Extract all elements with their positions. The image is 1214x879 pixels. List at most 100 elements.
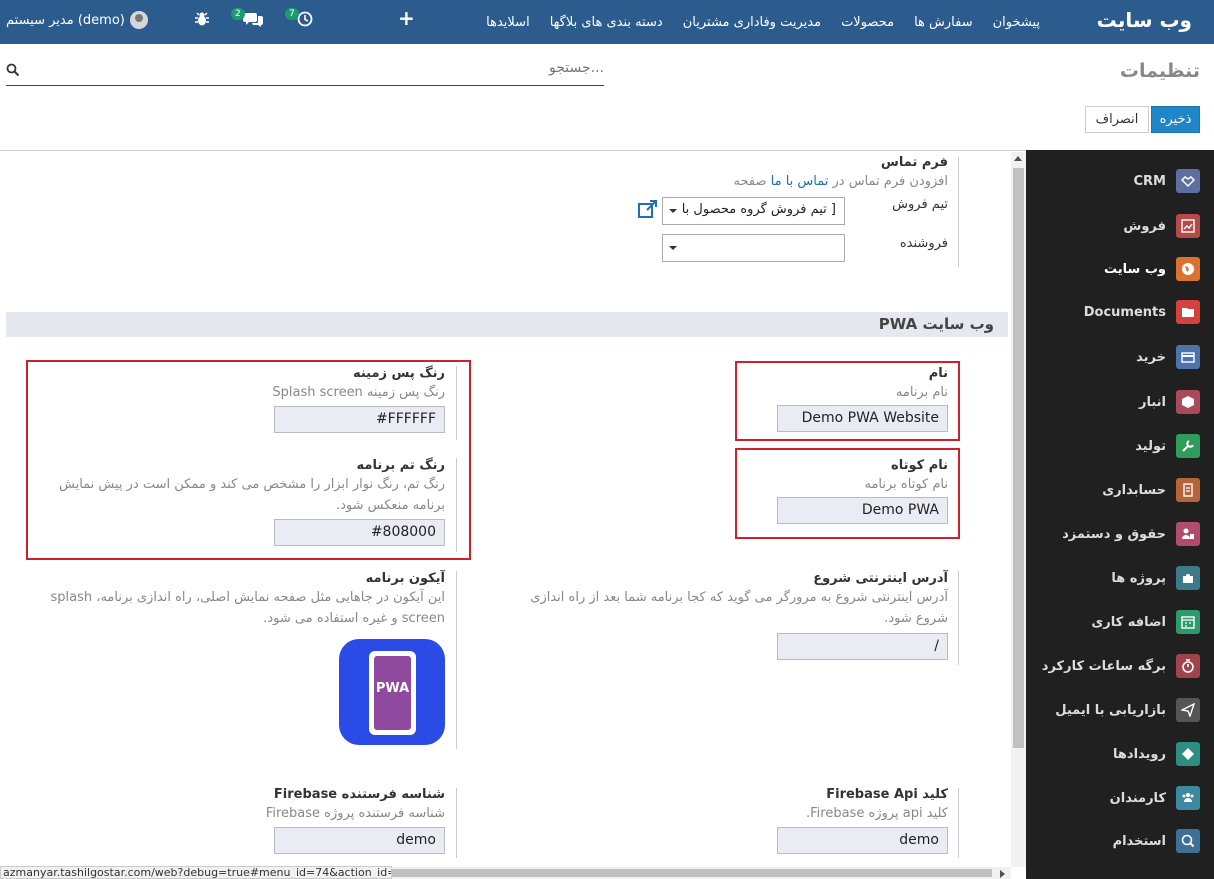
sidebar-item-label: رویدادها bbox=[1113, 746, 1166, 762]
sidebar-item-label: انبار bbox=[1138, 394, 1166, 410]
contact-form-setting: فرم تماس افزودن فرم تماس در تماس با ما ص… bbox=[648, 155, 948, 192]
sidebar-item[interactable]: رویدادها bbox=[1030, 741, 1200, 767]
main-menu: پیشخوان سفارش ها محصولات مدیریت وفاداری … bbox=[466, 0, 1040, 44]
search-icon[interactable] bbox=[6, 63, 20, 81]
menu-dashboard[interactable]: پیشخوان bbox=[993, 15, 1040, 30]
sidebar-item-label: Documents bbox=[1083, 304, 1166, 320]
menu-blog-categories[interactable]: دسته بندی های بلاگها bbox=[550, 15, 663, 30]
invoice-icon bbox=[1176, 478, 1200, 502]
user-menu[interactable]: مدیر سیستم (demo) bbox=[6, 11, 148, 29]
top-navbar: وب سایت پیشخوان سفارش ها محصولات مدیریت … bbox=[0, 0, 1214, 44]
scroll-right-arrow[interactable] bbox=[1000, 870, 1005, 878]
firebase-key-field[interactable]: demo bbox=[777, 827, 948, 854]
sales-team-select[interactable]: [ تیم فروش گروه محصول با bbox=[662, 197, 845, 225]
folder-icon bbox=[1176, 300, 1200, 324]
highlight-box bbox=[735, 361, 960, 441]
sidebar-item-label: اضافه کاری bbox=[1091, 614, 1166, 630]
search-input[interactable] bbox=[44, 60, 604, 76]
sidebar-item[interactable]: فروش bbox=[1030, 213, 1200, 239]
sales-team-value: [ تیم فروش گروه محصول با bbox=[681, 202, 836, 217]
sidebar-item[interactable]: حقوق و دستمزد bbox=[1030, 521, 1200, 547]
sidebar-item[interactable]: استخدام bbox=[1030, 828, 1200, 854]
debug-bug-icon[interactable] bbox=[194, 11, 210, 31]
search-bar bbox=[6, 58, 604, 86]
sidebar-item[interactable]: خرید bbox=[1030, 344, 1200, 370]
app-brand[interactable]: وب سایت bbox=[1097, 8, 1192, 32]
sidebar-item[interactable]: پروژه ها bbox=[1030, 565, 1200, 591]
scroll-thumb[interactable] bbox=[392, 869, 992, 877]
chat-icon[interactable] bbox=[243, 11, 263, 31]
sales-team-label-text: تیم فروش bbox=[892, 197, 948, 212]
sidebar-item-label: کارمندان bbox=[1109, 790, 1166, 806]
sidebar-item[interactable]: برگه ساعات کارکرد bbox=[1030, 653, 1200, 679]
pwa-icon-setting: آیکون برنامه این آیکون در جاهایی مثل صفح… bbox=[25, 571, 445, 629]
sidebar-item[interactable]: Documents bbox=[1030, 299, 1200, 325]
menu-slides[interactable]: اسلایدها bbox=[486, 15, 530, 30]
chart-icon bbox=[1176, 214, 1200, 238]
status-url: azmanyar.tashilgostar.com/web?debug=true… bbox=[0, 866, 392, 879]
avatar bbox=[129, 11, 148, 29]
contact-desc-after: صفحه bbox=[733, 174, 767, 189]
contact-form-title: فرم تماس bbox=[880, 155, 948, 170]
pwa-start-url-field[interactable]: / bbox=[777, 633, 948, 660]
divider bbox=[0, 150, 1026, 151]
people-icon bbox=[1176, 786, 1200, 810]
sidebar-item[interactable]: حسابداری bbox=[1030, 477, 1200, 503]
sidebar-item[interactable]: بازاریابی با ایمیل bbox=[1030, 697, 1200, 723]
firebase-key-desc: کلید api پروژه Firebase. bbox=[806, 806, 948, 821]
apps-sidebar: CRM فروش وب سایت Documents خرید انبار تولید حسا… bbox=[1026, 150, 1214, 879]
pwa-start-url-label: آدرس اینترنتی شروع bbox=[813, 571, 948, 586]
pwa-icon-text: PWA bbox=[375, 681, 410, 696]
chevron-down-icon bbox=[669, 209, 677, 213]
setting-divider bbox=[958, 157, 959, 267]
setting-divider bbox=[456, 788, 457, 858]
scroll-up-arrow[interactable] bbox=[1014, 156, 1022, 161]
timer-icon bbox=[1176, 654, 1200, 678]
contact-form-desc: افزودن فرم تماس در تماس با ما صفحه bbox=[648, 171, 948, 192]
sidebar-item[interactable]: اضافه کاری bbox=[1030, 609, 1200, 635]
card-icon bbox=[1176, 345, 1200, 369]
payroll-icon bbox=[1176, 522, 1200, 546]
cancel-button[interactable]: انصراف bbox=[1085, 106, 1149, 133]
pwa-icon-desc: این آیکون در جاهایی مثل صفحه نمایش اصلی،… bbox=[50, 590, 445, 626]
firebase-sender-setting: شناسه فرستنده Firebase شناسه فرستنده پرو… bbox=[145, 787, 445, 824]
paper-plane-icon bbox=[1176, 698, 1200, 722]
salesperson-label-text: فروشنده bbox=[899, 236, 948, 251]
pwa-icon-label: آیکون برنامه bbox=[365, 571, 445, 586]
calendar-icon bbox=[1176, 610, 1200, 634]
message-count-badge: 2 bbox=[231, 8, 245, 20]
highlight-box bbox=[735, 448, 960, 539]
activity-count-badge: 7 bbox=[285, 8, 299, 20]
external-link-icon[interactable] bbox=[638, 200, 658, 222]
scroll-thumb[interactable] bbox=[1013, 168, 1024, 748]
firebase-key-setting: کلید Firebase Api کلید api پروژه Firebas… bbox=[648, 787, 948, 824]
sidebar-item[interactable]: CRM bbox=[1030, 168, 1200, 194]
setting-divider bbox=[456, 571, 457, 749]
search-person-icon bbox=[1176, 829, 1200, 853]
firebase-key-label: کلید Firebase Api bbox=[826, 787, 948, 802]
menu-orders[interactable]: سفارش ها bbox=[914, 15, 973, 30]
new-item-button[interactable]: + bbox=[398, 6, 415, 30]
vertical-scrollbar[interactable] bbox=[1011, 152, 1026, 867]
sidebar-item-label: وب سایت bbox=[1104, 261, 1166, 277]
pwa-start-url-desc: آدرس اینترنتی شروع به مرورگر می گوید که … bbox=[530, 590, 948, 626]
sidebar-item[interactable]: کارمندان bbox=[1030, 785, 1200, 811]
handshake-icon bbox=[1176, 169, 1200, 193]
sidebar-item[interactable]: انبار bbox=[1030, 389, 1200, 415]
menu-products[interactable]: محصولات bbox=[841, 15, 894, 30]
ticket-icon bbox=[1176, 742, 1200, 766]
firebase-sender-field[interactable]: demo bbox=[274, 827, 445, 854]
save-button[interactable]: ذخیره bbox=[1151, 106, 1200, 133]
sidebar-item-label: تولید bbox=[1135, 438, 1166, 454]
salesperson-select[interactable] bbox=[662, 234, 845, 262]
sidebar-item[interactable]: تولید bbox=[1030, 433, 1200, 459]
menu-loyalty[interactable]: مدیریت وفاداری مشتریان bbox=[683, 15, 821, 30]
phone-notch bbox=[384, 652, 401, 656]
sidebar-item-label: حسابداری bbox=[1102, 482, 1166, 498]
activity-clock-icon[interactable] bbox=[297, 11, 313, 31]
chevron-down-icon bbox=[669, 246, 677, 250]
sidebar-item-label: پروژه ها bbox=[1111, 570, 1166, 586]
contact-us-link[interactable]: تماس با ما bbox=[771, 174, 829, 189]
pwa-section-header: PWA وب سایت bbox=[6, 312, 1008, 337]
sidebar-item[interactable]: وب سایت bbox=[1030, 256, 1200, 282]
